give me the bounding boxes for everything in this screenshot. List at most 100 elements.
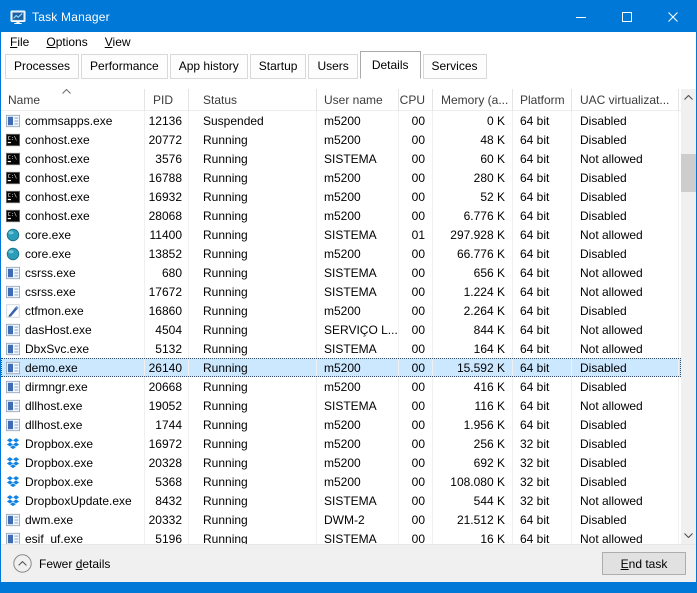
cell-pid: 5132 bbox=[145, 339, 189, 358]
end-task-button[interactable]: End task bbox=[602, 552, 686, 575]
table-row[interactable]: esif_uf.exe5196RunningSISTEMA0016 K64 bi… bbox=[1, 529, 681, 544]
default-app-icon bbox=[6, 342, 20, 356]
minimize-button[interactable] bbox=[558, 1, 604, 32]
cell-user: m5200 bbox=[317, 415, 399, 434]
cell-name: dwm.exe bbox=[1, 510, 145, 529]
table-row[interactable]: dasHost.exe4504RunningSERVIÇO L...00844 … bbox=[1, 320, 681, 339]
cell-cpu: 00 bbox=[399, 149, 433, 168]
cell-name: C:\conhost.exe bbox=[1, 149, 145, 168]
cell-pid: 26140 bbox=[145, 358, 189, 377]
table-row[interactable]: dllhost.exe19052RunningSISTEMA00116 K64 … bbox=[1, 396, 681, 415]
fewer-details-button[interactable]: Fewer details bbox=[13, 554, 110, 573]
close-button[interactable] bbox=[650, 1, 696, 32]
dropbox-icon bbox=[6, 456, 20, 470]
table-row[interactable]: core.exe11400RunningSISTEMA01297.928 K64… bbox=[1, 225, 681, 244]
table-row[interactable]: C:\conhost.exe3576RunningSISTEMA0060 K64… bbox=[1, 149, 681, 168]
table-row[interactable]: core.exe13852Runningm52000066.776 K64 bi… bbox=[1, 244, 681, 263]
column-header-name[interactable]: Name bbox=[1, 89, 145, 111]
table-row[interactable]: Dropbox.exe20328Runningm520000692 K32 bi… bbox=[1, 453, 681, 472]
vertical-scrollbar[interactable] bbox=[681, 89, 696, 544]
cell-platform: 64 bit bbox=[513, 130, 572, 149]
menu-file[interactable]: File bbox=[3, 33, 39, 52]
core-sphere-icon bbox=[6, 228, 20, 242]
column-header-platform[interactable]: Platform bbox=[513, 89, 572, 111]
tab-details[interactable]: Details bbox=[360, 51, 421, 79]
column-header-mem[interactable]: Memory (a... bbox=[433, 89, 513, 111]
cell-uac: Disabled bbox=[572, 358, 679, 377]
cell-pid: 16788 bbox=[145, 168, 189, 187]
cell-user: SISTEMA bbox=[317, 149, 399, 168]
cell-pid: 20668 bbox=[145, 377, 189, 396]
cell-status: Running bbox=[189, 320, 317, 339]
tab-performance[interactable]: Performance bbox=[81, 54, 168, 79]
table-row[interactable]: DropboxUpdate.exe8432RunningSISTEMA00544… bbox=[1, 491, 681, 510]
table-row[interactable]: Dropbox.exe5368Runningm520000108.080 K32… bbox=[1, 472, 681, 491]
cell-name: esif_uf.exe bbox=[1, 529, 145, 544]
menu-view[interactable]: View bbox=[98, 33, 141, 52]
scroll-down-button[interactable] bbox=[681, 527, 696, 544]
tab-services[interactable]: Services bbox=[423, 54, 487, 79]
cell-user: m5200 bbox=[317, 130, 399, 149]
tab-users[interactable]: Users bbox=[308, 54, 357, 79]
column-header-pid[interactable]: PID bbox=[145, 89, 189, 111]
cell-mem: 2.264 K bbox=[433, 301, 513, 320]
tab-processes[interactable]: Processes bbox=[5, 54, 79, 79]
table-row[interactable]: ctfmon.exe16860Runningm5200002.264 K64 b… bbox=[1, 301, 681, 320]
table-row[interactable]: Dropbox.exe16972Runningm520000256 K32 bi… bbox=[1, 434, 681, 453]
console-icon: C:\ bbox=[6, 152, 20, 166]
cell-pid: 20772 bbox=[145, 130, 189, 149]
cell-user: SISTEMA bbox=[317, 263, 399, 282]
cell-uac: Disabled bbox=[572, 111, 679, 130]
cell-mem: 15.592 K bbox=[433, 358, 513, 377]
cell-pid: 16860 bbox=[145, 301, 189, 320]
cell-mem: 116 K bbox=[433, 396, 513, 415]
cell-mem: 66.776 K bbox=[433, 244, 513, 263]
column-header-uac[interactable]: UAC virtualizat... bbox=[572, 89, 679, 111]
table-row[interactable]: C:\conhost.exe28068Runningm5200006.776 K… bbox=[1, 206, 681, 225]
cell-cpu: 00 bbox=[399, 529, 433, 544]
cell-mem: 280 K bbox=[433, 168, 513, 187]
cell-mem: 16 K bbox=[433, 529, 513, 544]
cell-platform: 32 bit bbox=[513, 453, 572, 472]
menu-options[interactable]: Options bbox=[39, 33, 97, 52]
cell-pid: 5196 bbox=[145, 529, 189, 544]
tab-startup[interactable]: Startup bbox=[250, 54, 307, 79]
cell-uac: Disabled bbox=[572, 453, 679, 472]
maximize-button[interactable] bbox=[604, 1, 650, 32]
scroll-up-button[interactable] bbox=[681, 89, 696, 106]
table-row[interactable]: DbxSvc.exe5132RunningSISTEMA00164 K64 bi… bbox=[1, 339, 681, 358]
table-row[interactable]: csrss.exe680RunningSISTEMA00656 K64 bitN… bbox=[1, 263, 681, 282]
svg-text:C:\: C:\ bbox=[8, 212, 17, 218]
table-row[interactable]: C:\conhost.exe20772Runningm52000048 K64 … bbox=[1, 130, 681, 149]
cell-user: m5200 bbox=[317, 168, 399, 187]
tab-app-history[interactable]: App history bbox=[170, 54, 248, 79]
cell-status: Running bbox=[189, 339, 317, 358]
table-row[interactable]: csrss.exe17672RunningSISTEMA001.224 K64 … bbox=[1, 282, 681, 301]
cell-pid: 1744 bbox=[145, 415, 189, 434]
minimize-icon bbox=[576, 12, 586, 22]
table-row[interactable]: dirmngr.exe20668Runningm520000416 K64 bi… bbox=[1, 377, 681, 396]
cell-cpu: 00 bbox=[399, 130, 433, 149]
cell-uac: Not allowed bbox=[572, 149, 679, 168]
cell-user: SISTEMA bbox=[317, 529, 399, 544]
cell-status: Running bbox=[189, 377, 317, 396]
cell-uac: Disabled bbox=[572, 301, 679, 320]
cell-pid: 13852 bbox=[145, 244, 189, 263]
table-row[interactable]: dwm.exe20332RunningDWM-20021.512 K64 bit… bbox=[1, 510, 681, 529]
task-manager-window: Task Manager FileOptionsView ProcessesPe… bbox=[0, 0, 697, 593]
column-header-user[interactable]: User name bbox=[317, 89, 399, 111]
cell-platform: 64 bit bbox=[513, 415, 572, 434]
fewer-details-label: Fewer details bbox=[39, 557, 110, 571]
cell-user: m5200 bbox=[317, 187, 399, 206]
cell-user: m5200 bbox=[317, 358, 399, 377]
table-row[interactable]: dllhost.exe1744Runningm5200001.956 K64 b… bbox=[1, 415, 681, 434]
column-header-cpu[interactable]: CPU bbox=[399, 89, 433, 111]
column-header-status[interactable]: Status bbox=[189, 89, 317, 111]
table-row[interactable]: C:\conhost.exe16932Runningm52000052 K64 … bbox=[1, 187, 681, 206]
scrollbar-thumb[interactable] bbox=[681, 154, 696, 192]
table-row[interactable]: C:\conhost.exe16788Runningm520000280 K64… bbox=[1, 168, 681, 187]
cell-uac: Disabled bbox=[572, 510, 679, 529]
table-row[interactable]: demo.exe26140Runningm52000015.592 K64 bi… bbox=[1, 358, 681, 377]
cell-cpu: 00 bbox=[399, 168, 433, 187]
table-row[interactable]: commsapps.exe12136Suspendedm5200000 K64 … bbox=[1, 111, 681, 130]
